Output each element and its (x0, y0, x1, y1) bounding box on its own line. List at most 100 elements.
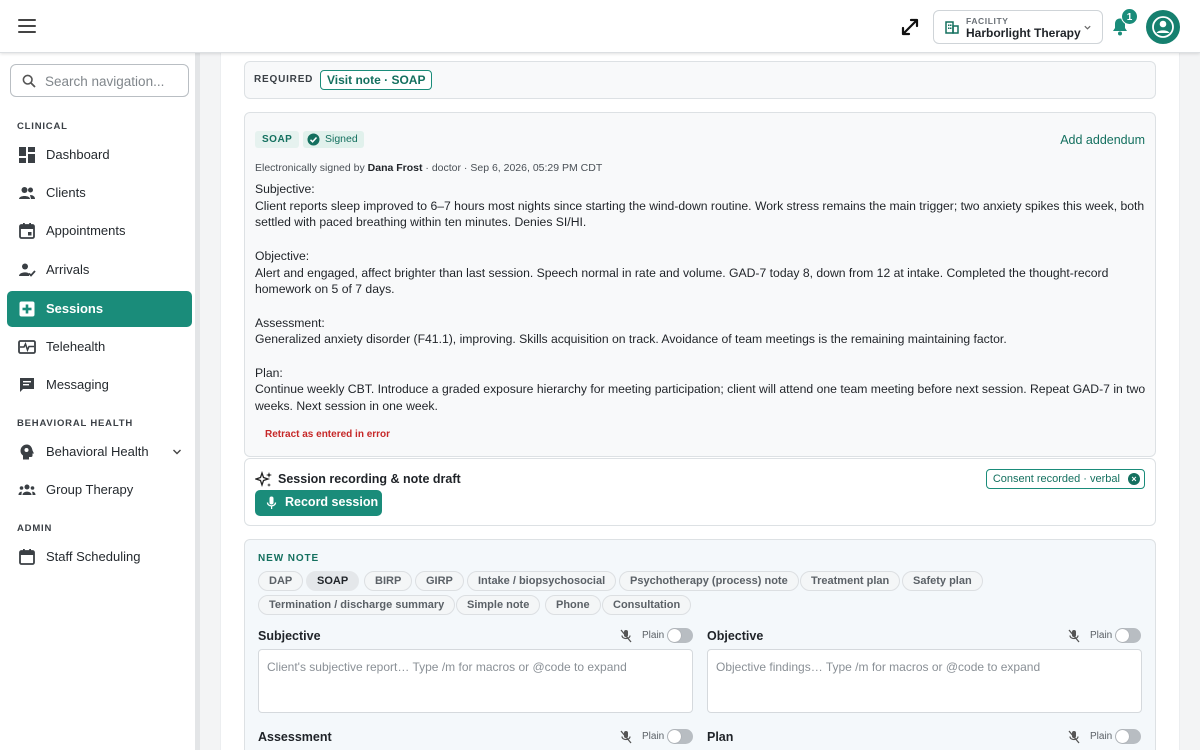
signer-name: Dana Frost (367, 162, 423, 174)
plain-toggle[interactable] (667, 628, 693, 643)
fullscreen-icon[interactable] (898, 15, 922, 39)
tab-dap[interactable]: DAP (258, 571, 304, 591)
sidebar-item-appointments[interactable]: Appointments (7, 213, 192, 249)
facility-selector[interactable]: FACILITY Harborlight Therapy (933, 10, 1103, 44)
building-icon (945, 21, 959, 34)
recording-title: Session recording & note draft (278, 472, 461, 486)
assessment-label: Assessment (258, 730, 332, 744)
recording-card: Session recording & note draft Consent r… (244, 458, 1156, 526)
required-bar: REQUIRED Visit note · SOAP (244, 61, 1156, 99)
subjective-label: Subjective (258, 629, 321, 643)
signed-badge: Signed (303, 131, 364, 148)
objective-label: Objective (707, 629, 764, 643)
sparkle-icon (255, 471, 272, 488)
sidebar-item-label: Telehealth (46, 339, 106, 354)
tab-treatment-plan[interactable]: Treatment plan (800, 571, 901, 591)
sidebar-item-clients[interactable]: Clients (7, 175, 192, 211)
objective-placeholder: Objective findings… Type /m for macros o… (716, 660, 1041, 674)
subjective-placeholder: Client's subjective report… Type /m for … (267, 660, 627, 674)
plan-label: Plan (707, 730, 734, 744)
esign-prefix: Electronically signed by (255, 162, 365, 174)
tab-birp[interactable]: BIRP (364, 571, 413, 591)
tab-phone[interactable]: Phone (545, 595, 601, 615)
plain-toggle[interactable] (1115, 729, 1141, 744)
mic-off-icon[interactable] (620, 629, 632, 643)
tab-soap[interactable]: SOAP (306, 571, 360, 591)
sidebar-item-behavioral-health[interactable]: Behavioral Health (7, 434, 192, 470)
sidebar-item-label: Sessions (46, 301, 104, 316)
sidebar-item-sessions[interactable]: Sessions (7, 291, 192, 327)
check-badge-icon (307, 133, 320, 146)
facility-label: FACILITY (966, 16, 1009, 26)
groups-icon (18, 484, 36, 495)
microphone-icon (266, 496, 277, 509)
tab-girp[interactable]: GIRP (415, 571, 464, 591)
people-icon (19, 187, 35, 199)
plain-label: Plain (1090, 731, 1113, 742)
calendar-icon (19, 549, 35, 565)
sidebar-item-label: Behavioral Health (46, 444, 149, 459)
subjective-field[interactable]: Client's subjective report… Type /m for … (258, 649, 693, 713)
plain-label: Plain (642, 630, 665, 641)
new-note-card: NEW NOTE DAP SOAP BIRP GIRP Intake / bio… (244, 539, 1156, 750)
add-addendum-link[interactable]: Add addendum (1060, 133, 1145, 147)
record-session-button[interactable]: Record session (255, 490, 382, 516)
sidebar-item-label: Staff Scheduling (46, 549, 141, 564)
objective-heading: Objective: (255, 248, 310, 263)
plain-toggle[interactable] (1115, 628, 1141, 643)
sidebar-item-staff-scheduling[interactable]: Staff Scheduling (7, 539, 192, 575)
sidebar-item-group-therapy[interactable]: Group Therapy (7, 472, 192, 508)
sidebar-item-label: Dashboard (46, 147, 110, 162)
signed-status: Signed (325, 133, 358, 145)
required-label: REQUIRED (254, 74, 314, 85)
notification-count: 1 (1121, 8, 1138, 25)
plain-label: Plain (642, 731, 665, 742)
sidebar-item-label: Appointments (46, 223, 126, 238)
mic-off-icon[interactable] (1068, 629, 1080, 643)
tab-termination-summary[interactable]: Termination / discharge summary (258, 595, 456, 615)
note-body: Subjective: Client reports sleep improve… (255, 181, 1147, 415)
tab-consultation[interactable]: Consultation (602, 595, 692, 615)
tab-psychotherapy-note[interactable]: Psychotherapy (process) note (619, 571, 799, 591)
note-type-tag: SOAP (255, 131, 300, 148)
plan-heading: Plan: (255, 365, 283, 380)
search-icon (22, 74, 36, 88)
facility-name: Harborlight Therapy (966, 26, 1081, 40)
consent-text: Consent recorded · verbal (992, 473, 1120, 485)
tab-safety-plan[interactable]: Safety plan (902, 571, 983, 591)
record-session-label: Record session (285, 495, 379, 509)
medical-plus-icon (19, 301, 35, 317)
tab-intake[interactable]: Intake / biopsychosocial (467, 571, 617, 591)
sidebar-item-arrivals[interactable]: Arrivals (7, 252, 192, 288)
search-input[interactable]: Search navigation... (10, 64, 189, 97)
calendar-icon (19, 223, 35, 239)
section-behavioral-health: BEHAVIORAL HEALTH (17, 418, 133, 429)
mic-off-icon[interactable] (620, 730, 632, 744)
head-icon (20, 444, 34, 460)
avatar[interactable] (1146, 10, 1180, 44)
menu-icon[interactable] (18, 19, 36, 33)
monitor-heart-icon (18, 340, 36, 354)
search-placeholder: Search navigation... (45, 74, 165, 89)
tab-simple-note[interactable]: Simple note (456, 595, 541, 615)
sidebar-item-telehealth[interactable]: Telehealth (7, 329, 192, 365)
section-clinical: CLINICAL (17, 121, 68, 132)
mic-off-icon[interactable] (1068, 730, 1080, 744)
subjective-heading: Subjective: (255, 182, 315, 196)
subjective-text: Client reports sleep improved to 6–7 hou… (255, 198, 1145, 230)
sidebar-item-dashboard[interactable]: Dashboard (7, 137, 192, 173)
top-bar: FACILITY Harborlight Therapy 1 (0, 0, 1200, 53)
plain-toggle[interactable] (667, 729, 693, 744)
sidebar-item-messaging[interactable]: Messaging (7, 367, 192, 403)
dashboard-icon (19, 147, 35, 163)
required-note-chip[interactable]: Visit note · SOAP (320, 70, 433, 90)
new-note-title: NEW NOTE (258, 553, 320, 564)
retract-link[interactable]: Retract as entered in error (265, 429, 390, 440)
esign-suffix: · doctor · Sep 6, 2026, 05:29 PM CDT (425, 162, 603, 174)
objective-field[interactable]: Objective findings… Type /m for macros o… (707, 649, 1142, 713)
chat-icon (20, 378, 34, 392)
esignature-line: Electronically signed by Dana Frost · do… (255, 162, 602, 174)
close-icon[interactable]: × (1128, 473, 1140, 485)
signed-note-card: SOAP Signed Add addendum Electronically … (244, 112, 1156, 457)
plan-text: Continue weekly CBT. Introduce a graded … (255, 382, 1146, 414)
